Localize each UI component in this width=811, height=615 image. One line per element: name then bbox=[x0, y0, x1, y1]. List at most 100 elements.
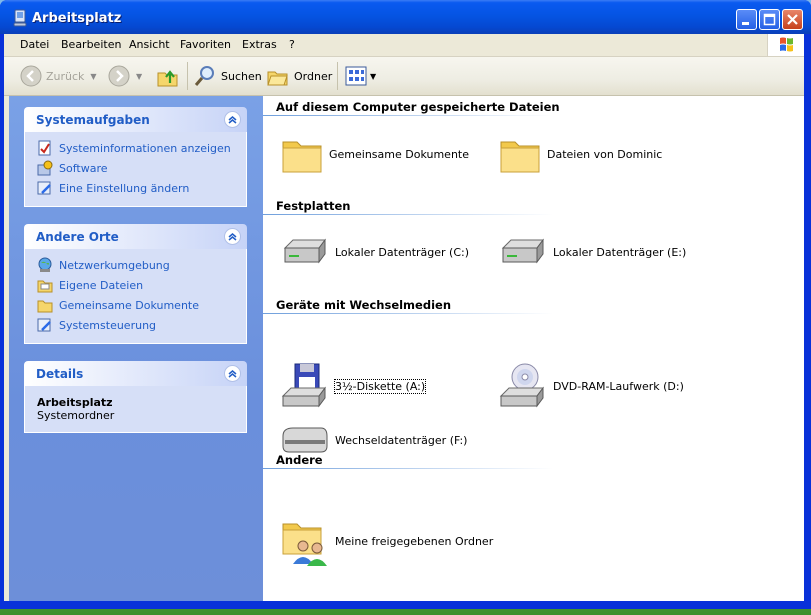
section-hard-drives: Festplatten bbox=[276, 199, 351, 213]
my-documents-icon bbox=[37, 280, 53, 293]
collapse-button[interactable] bbox=[224, 111, 241, 128]
system-tasks-body: Systeminformationen anzeigen Software Ei… bbox=[24, 132, 247, 207]
item-drive-c-label: Lokaler Datenträger (C:) bbox=[335, 245, 470, 259]
system-info-icon bbox=[38, 140, 51, 156]
place-control-panel[interactable]: Systemsteuerung bbox=[25, 315, 246, 335]
section-divider bbox=[263, 468, 553, 469]
chevron-down-icon: ▼ bbox=[90, 71, 97, 81]
shared-folder-icon bbox=[282, 523, 327, 566]
place-my-documents-label: Eigene Dateien bbox=[59, 278, 144, 292]
section-other: Andere bbox=[276, 453, 323, 467]
window-bottom-border bbox=[0, 601, 811, 609]
item-drive-e-label: Lokaler Datenträger (E:) bbox=[553, 245, 687, 259]
hard-drive-icon bbox=[283, 238, 326, 264]
up-folder-button[interactable] bbox=[156, 63, 180, 89]
item-dominic-files[interactable]: Dateien von Dominic bbox=[499, 134, 662, 174]
details-item-name: Arbeitsplatz bbox=[37, 396, 113, 409]
menu-extras[interactable]: Extras bbox=[242, 38, 277, 51]
place-network-label: Netzwerkumgebung bbox=[59, 258, 170, 272]
section-stored-files: Auf diesem Computer gespeicherte Dateien bbox=[276, 100, 560, 114]
close-icon bbox=[787, 14, 798, 25]
place-my-documents[interactable]: Eigene Dateien bbox=[25, 275, 246, 295]
item-floppy-a-label: 3½-Diskette (A:) bbox=[333, 378, 427, 394]
floppy-drive-icon bbox=[281, 363, 326, 408]
views-button[interactable]: ▼ bbox=[345, 63, 376, 89]
chevron-down-icon: ▼ bbox=[136, 71, 143, 81]
software-icon bbox=[37, 160, 53, 176]
item-dvd-d-label: DVD-RAM-Laufwerk (D:) bbox=[553, 379, 684, 393]
toolbar: Zurück ▼ ▼ Suchen Ordner ▼ bbox=[4, 57, 804, 96]
search-button[interactable]: Suchen bbox=[193, 63, 262, 89]
explorer-window: Arbeitsplatz Datei Bearbeiten Ansicht Fa… bbox=[0, 0, 811, 609]
search-label: Suchen bbox=[221, 69, 262, 83]
toolbar-separator bbox=[337, 62, 338, 90]
folders-button[interactable]: Ordner bbox=[266, 63, 332, 89]
search-icon bbox=[194, 66, 214, 86]
item-dvd-d[interactable]: DVD-RAM-Laufwerk (D:) bbox=[499, 362, 684, 410]
system-tasks-header[interactable]: Systemaufgaben bbox=[24, 107, 247, 132]
details-header[interactable]: Details bbox=[24, 361, 247, 386]
chevron-up-double-icon bbox=[228, 233, 237, 241]
window-client-area: Datei Bearbeiten Ansicht Favoriten Extra… bbox=[4, 34, 804, 601]
back-button[interactable]: Zurück ▼ bbox=[20, 63, 97, 89]
item-removable-f-label: Wechseldatenträger (F:) bbox=[335, 433, 468, 447]
my-computer-icon bbox=[13, 9, 27, 27]
other-places-title: Andere Orte bbox=[36, 230, 119, 244]
other-places-header[interactable]: Andere Orte bbox=[24, 224, 247, 249]
control-panel-icon bbox=[37, 181, 51, 195]
chevron-up-double-icon bbox=[228, 116, 237, 124]
item-floppy-a[interactable]: 3½-Diskette (A:) bbox=[281, 362, 427, 410]
menu-datei[interactable]: Datei bbox=[20, 38, 49, 51]
item-shared-documents[interactable]: Gemeinsame Dokumente bbox=[281, 134, 469, 174]
task-change-setting[interactable]: Eine Einstellung ändern bbox=[25, 178, 246, 198]
item-shared-folders[interactable]: Meine freigegebenen Ordner bbox=[281, 516, 493, 566]
collapse-button[interactable] bbox=[224, 228, 241, 245]
close-button[interactable] bbox=[782, 9, 803, 30]
menu-ansicht[interactable]: Ansicht bbox=[129, 38, 170, 51]
folder-up-icon bbox=[157, 70, 178, 87]
place-shared-documents[interactable]: Gemeinsame Dokumente bbox=[25, 295, 246, 315]
collapse-button[interactable] bbox=[224, 365, 241, 382]
item-shared-folders-label: Meine freigegebenen Ordner bbox=[335, 534, 494, 548]
other-places-body: Netzwerkumgebung Eigene Dateien Gemeinsa… bbox=[24, 249, 247, 344]
task-system-info[interactable]: Systeminformationen anzeigen bbox=[25, 138, 246, 158]
item-drive-c[interactable]: Lokaler Datenträger (C:) bbox=[281, 232, 469, 272]
menu-bar: Datei Bearbeiten Ansicht Favoriten Extra… bbox=[4, 34, 804, 57]
views-icon bbox=[345, 66, 367, 86]
back-arrow-icon bbox=[20, 65, 42, 87]
section-removable: Geräte mit Wechselmedien bbox=[276, 298, 452, 312]
title-bar[interactable]: Arbeitsplatz bbox=[0, 0, 811, 34]
section-divider bbox=[263, 115, 553, 116]
dvd-drive-icon bbox=[499, 363, 544, 408]
other-places-panel: Andere Orte Netzwerkumgebung Eigene Date… bbox=[24, 224, 247, 344]
minimize-icon bbox=[742, 22, 749, 25]
details-panel: Details Arbeitsplatz Systemordner bbox=[24, 361, 247, 433]
system-tasks-panel: Systemaufgaben Systeminformationen anzei… bbox=[24, 107, 247, 207]
details-body: Arbeitsplatz Systemordner bbox=[24, 386, 247, 433]
folders-label: Ordner bbox=[294, 69, 333, 83]
minimize-button[interactable] bbox=[736, 9, 757, 30]
task-software-label: Software bbox=[59, 161, 108, 175]
forward-button[interactable]: ▼ bbox=[108, 63, 142, 89]
window-title: Arbeitsplatz bbox=[32, 11, 122, 26]
toolbar-separator bbox=[187, 62, 188, 90]
section-divider bbox=[263, 313, 553, 314]
place-network[interactable]: Netzwerkumgebung bbox=[25, 255, 246, 275]
folder-icon bbox=[282, 141, 322, 173]
section-divider bbox=[263, 214, 553, 215]
maximize-button[interactable] bbox=[759, 9, 780, 30]
chevron-up-double-icon bbox=[228, 370, 237, 378]
system-tasks-title: Systemaufgaben bbox=[36, 113, 150, 127]
task-software[interactable]: Software bbox=[25, 158, 246, 178]
menu-help[interactable]: ? bbox=[289, 38, 295, 51]
windows-logo bbox=[767, 34, 804, 56]
item-shared-documents-label: Gemeinsame Dokumente bbox=[329, 147, 469, 161]
content-area: Auf diesem Computer gespeicherte Dateien… bbox=[263, 96, 804, 601]
item-drive-e[interactable]: Lokaler Datenträger (E:) bbox=[499, 232, 686, 272]
task-system-info-label: Systeminformationen anzeigen bbox=[59, 141, 231, 155]
menu-bearbeiten[interactable]: Bearbeiten bbox=[61, 38, 121, 51]
details-item-type: Systemordner bbox=[37, 409, 115, 422]
folder-icon bbox=[500, 141, 540, 173]
menu-favoriten[interactable]: Favoriten bbox=[180, 38, 231, 51]
task-pane: Systemaufgaben Systeminformationen anzei… bbox=[9, 96, 263, 601]
